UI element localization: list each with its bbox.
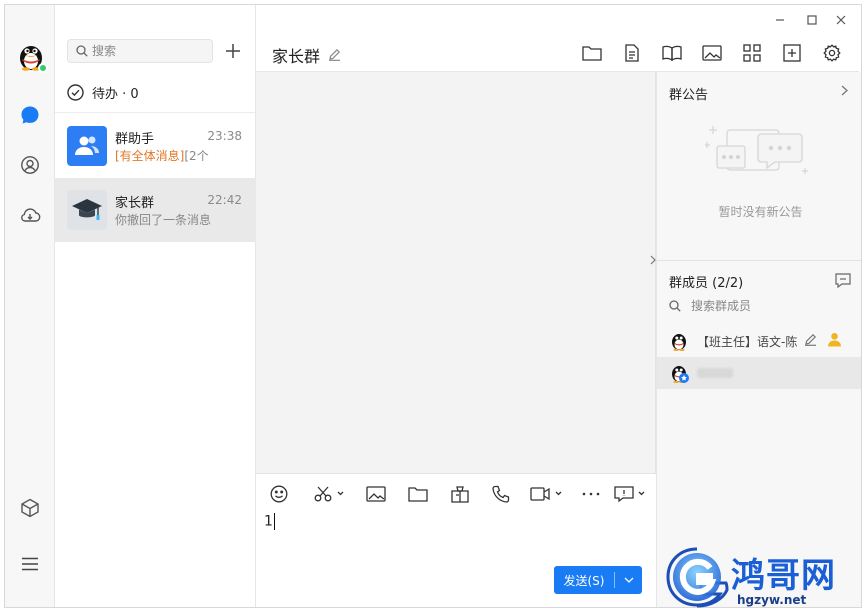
close-icon[interactable] xyxy=(834,13,848,27)
announcement-title[interactable]: 群公告 xyxy=(669,84,708,103)
announcement-empty-text: 暂时没有新公告 xyxy=(718,205,803,219)
todo-item[interactable]: 待办 · 0 xyxy=(67,83,139,102)
conversation-preview: 你撤回了一条消息 xyxy=(115,213,212,227)
preview-text: [2个 xyxy=(184,149,209,163)
divider xyxy=(657,260,861,261)
edit-icon[interactable] xyxy=(804,333,817,350)
mention-all-badge: [有全体消息] xyxy=(115,149,185,163)
watermark-url: hgzyw.net xyxy=(737,593,807,607)
send-options-chevron-icon[interactable] xyxy=(615,577,642,583)
conversation-list: 待办 · 0 群助手 23:38 [有全体消息][2个 家长群 22:42 你撤… xyxy=(55,5,256,607)
graduation-cap-icon xyxy=(72,199,102,220)
member-search-box[interactable] xyxy=(669,299,841,313)
member-item[interactable] xyxy=(657,357,861,389)
watermark-logo xyxy=(666,547,729,608)
input-toolbar xyxy=(266,483,646,505)
app-box-icon[interactable] xyxy=(18,496,42,520)
search-box[interactable] xyxy=(67,39,213,63)
apps-grid-icon[interactable] xyxy=(741,42,763,64)
more-icon[interactable] xyxy=(582,483,600,505)
divider xyxy=(55,112,255,113)
image-icon[interactable] xyxy=(701,42,723,64)
left-rail xyxy=(5,5,55,607)
conversation-time: 22:42 xyxy=(207,193,242,207)
conversation-name: 家长群 xyxy=(115,196,155,211)
members-title: 群成员 (2/2) xyxy=(669,276,744,291)
watermark: 鸿哥网 hgzyw.net xyxy=(663,544,863,610)
chat-header: 家长群 xyxy=(272,43,341,67)
phone-icon[interactable] xyxy=(492,483,510,505)
member-avatar xyxy=(669,363,689,384)
cloud-icon[interactable] xyxy=(18,203,42,227)
group-people-icon xyxy=(75,136,99,155)
conversation-item[interactable]: 群助手 23:38 [有全体消息][2个 xyxy=(55,114,256,178)
conversation-item-selected[interactable]: 家长群 22:42 你撤回了一条消息 xyxy=(55,178,256,242)
divider xyxy=(256,473,656,474)
check-circle-icon xyxy=(67,84,84,101)
admin-person-icon xyxy=(827,332,842,351)
member-avatar xyxy=(672,334,686,351)
contacts-icon[interactable] xyxy=(18,153,42,177)
add-plus-icon[interactable] xyxy=(221,39,245,63)
member-search-input[interactable] xyxy=(691,299,841,313)
qq-window: 待办 · 0 群助手 23:38 [有全体消息][2个 家长群 22:42 你撤… xyxy=(4,4,862,608)
send-button-group: 发送(S) xyxy=(554,566,642,594)
online-status-dot xyxy=(38,63,48,73)
folder-icon[interactable] xyxy=(408,483,428,505)
member-item[interactable]: 【班主任】语文-陈 xyxy=(657,325,861,357)
emoji-icon[interactable] xyxy=(270,483,288,505)
search-input[interactable] xyxy=(92,44,202,58)
todo-label: 待办 · 0 xyxy=(92,87,139,102)
member-name: 【班主任】语文-陈 xyxy=(697,334,797,349)
chevron-right-icon[interactable] xyxy=(841,85,848,100)
star-badge-icon xyxy=(679,373,689,383)
edit-name-icon[interactable] xyxy=(328,46,341,65)
minimize-icon[interactable] xyxy=(773,13,787,27)
gift-icon[interactable] xyxy=(450,483,470,505)
chat-panel: 家长群 1 发送(S) xyxy=(256,5,656,607)
send-button[interactable]: 发送(S) xyxy=(554,572,614,589)
scissors-icon[interactable] xyxy=(314,483,344,505)
maximize-icon[interactable] xyxy=(805,13,819,27)
chat-icon[interactable] xyxy=(18,103,42,127)
conversation-name: 群助手 xyxy=(115,132,155,147)
chat-title: 家长群 xyxy=(272,47,321,66)
add-app-icon[interactable] xyxy=(781,42,803,64)
message-input[interactable]: 1 xyxy=(264,513,275,530)
message-input-text: 1 xyxy=(264,513,273,530)
group-helper-avatar xyxy=(67,126,107,166)
member-message-icon[interactable] xyxy=(835,273,851,292)
text-caret xyxy=(273,513,275,530)
menu-icon[interactable] xyxy=(18,552,42,576)
conversation-preview: [有全体消息][2个 xyxy=(115,147,237,164)
message-area[interactable] xyxy=(256,72,656,473)
document-icon[interactable] xyxy=(621,42,643,64)
folder-icon[interactable] xyxy=(581,42,603,64)
book-icon[interactable] xyxy=(661,42,683,64)
group-info-panel: 群公告 暂时没有新公告 群成员 (2/2) 【班主任】语文-陈 xyxy=(656,72,861,607)
search-icon xyxy=(76,45,88,57)
screen-share-icon[interactable] xyxy=(614,483,646,505)
member-name-redacted xyxy=(697,368,733,378)
watermark-title: 鸿哥网 xyxy=(731,556,836,596)
empty-announcement-illustration xyxy=(705,126,808,174)
video-icon[interactable] xyxy=(530,483,564,505)
settings-icon[interactable] xyxy=(821,42,843,64)
parents-group-avatar xyxy=(67,190,107,230)
image-icon[interactable] xyxy=(366,483,386,505)
conversation-time: 23:38 xyxy=(207,129,242,143)
search-icon xyxy=(669,300,681,312)
